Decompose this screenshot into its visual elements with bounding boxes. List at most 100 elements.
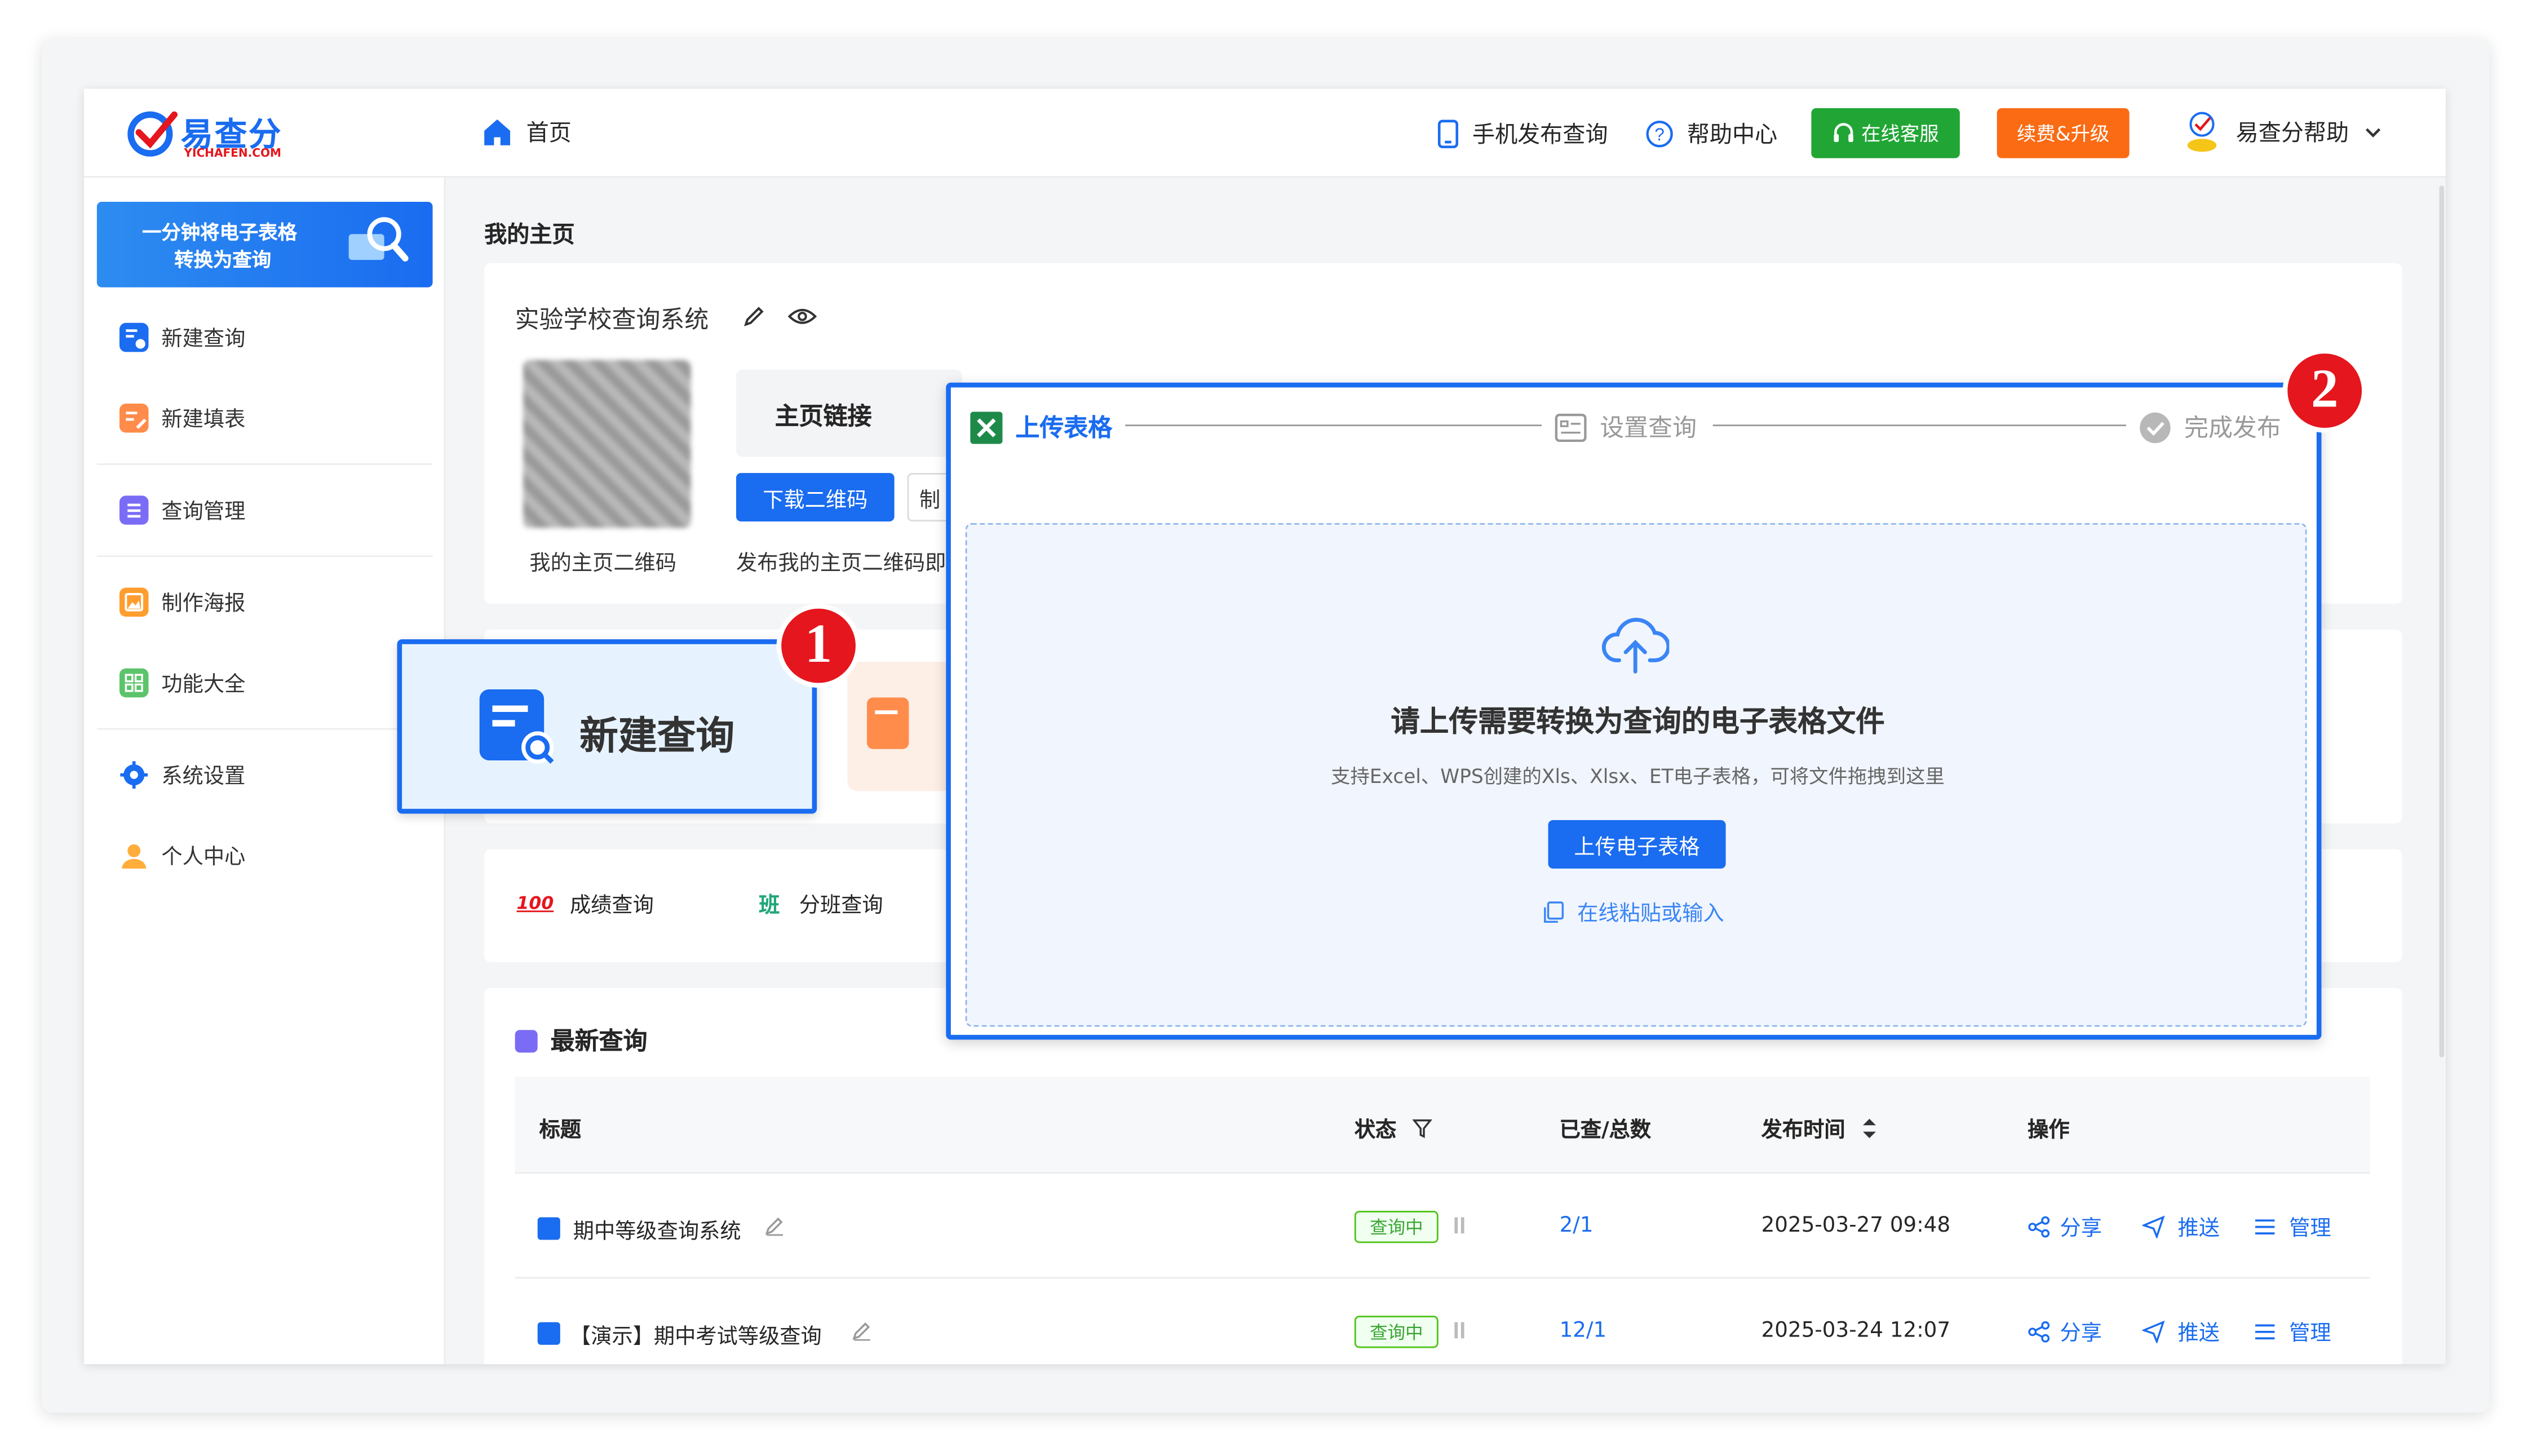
score-icon: 100 — [516, 892, 554, 914]
shortcut-label: 分班查询 — [799, 894, 883, 919]
new-query-callout[interactable]: 新建查询 — [397, 639, 817, 814]
sidebar-item-label: 个人中心 — [161, 846, 246, 870]
homepage-link-label: 主页链接 — [774, 402, 872, 431]
system-name: 实验学校查询系统 — [515, 305, 709, 334]
row-time: 2025-03-27 09:48 — [1761, 1214, 1951, 1238]
col-actions: 操作 — [2028, 1118, 2070, 1143]
col-status[interactable]: 状态 — [1354, 1112, 1432, 1143]
step-label: 设置查询 — [1600, 413, 1697, 442]
upload-panel: 上传表格 设置查询 完成发布 请上传需要转换为查询的电子表格文件 支持Excel… — [946, 382, 2322, 1040]
sidebar-divider — [96, 728, 433, 730]
publish-text: 发布我的主页二维码即 — [736, 552, 946, 577]
row-time: 2025-03-24 12:07 — [1761, 1318, 1951, 1343]
step-marker-2: 2 — [2282, 348, 2367, 433]
push-action[interactable]: 推送 — [2142, 1211, 2220, 1242]
sidebar-item-settings[interactable]: 系统设置 — [119, 759, 245, 789]
share-action[interactable]: 分享 — [2028, 1316, 2102, 1347]
push-label: 推送 — [2177, 1322, 2220, 1347]
edit-icon[interactable] — [851, 1321, 871, 1342]
paste-label: 在线粘贴或输入 — [1577, 902, 1724, 927]
shortcut-label: 成绩查询 — [569, 894, 654, 919]
table-header: 标题 状态 已查/总数 发布时间 操作 — [515, 1077, 2370, 1174]
latest-queries-card: 最新查询 标题 状态 已查/总数 发布时间 操作 期中等级查询系统 查询中 2/… — [484, 988, 2402, 1365]
sidebar-banner[interactable]: 一分钟将电子表格 转换为查询 — [96, 202, 433, 287]
upload-hint: 支持Excel、WPS创建的Xls、Xlsx、ET电子表格，可将文件拖拽到这里 — [1331, 765, 1945, 788]
sidebar-item-personal[interactable]: 个人中心 — [119, 839, 245, 870]
banner-line-2: 转换为查询 — [174, 249, 272, 272]
col-title: 标题 — [539, 1118, 582, 1143]
sidebar-item-label: 系统设置 — [161, 765, 246, 790]
nav-mobile-publish[interactable]: 手机发布查询 — [1437, 118, 1608, 150]
online-service-label: 在线客服 — [1861, 122, 1939, 145]
col-count: 已查/总数 — [1559, 1118, 1652, 1143]
user-name: 易查分帮助 — [2236, 121, 2349, 147]
share-icon — [2028, 1215, 2050, 1237]
latest-title: 最新查询 — [550, 1026, 648, 1056]
pause-icon[interactable] — [1454, 1217, 1464, 1234]
page-title: 我的主页 — [484, 223, 575, 249]
row-count[interactable]: 2/1 — [1560, 1214, 1593, 1238]
nav-help-center-label: 帮助中心 — [1686, 122, 1778, 149]
upload-spreadsheet-button[interactable]: 上传电子表格 — [1548, 820, 1726, 869]
user-menu[interactable]: 易查分帮助 — [2183, 110, 2383, 155]
nav-help-center[interactable]: ? 帮助中心 — [1645, 118, 1777, 150]
latest-title-row: 最新查询 — [515, 1024, 648, 1057]
shortcut-score-query[interactable]: 100 成绩查询 — [516, 888, 654, 919]
row-count[interactable]: 12/1 — [1560, 1319, 1607, 1343]
share-action[interactable]: 分享 — [2028, 1211, 2102, 1241]
filter-icon — [1413, 1118, 1432, 1138]
magnifier-illustration-icon — [348, 217, 409, 262]
download-qr-button[interactable]: 下载二维码 — [736, 473, 895, 522]
scrollbar[interactable] — [2439, 185, 2445, 1057]
user-icon — [119, 840, 149, 870]
nav-home-label: 首页 — [526, 121, 572, 147]
manage-action[interactable]: 管理 — [2254, 1316, 2331, 1347]
edit-icon[interactable] — [764, 1216, 785, 1237]
partial-button-label: 制 — [919, 488, 941, 513]
new-form-tile[interactable] — [847, 662, 954, 791]
logo[interactable]: 易查分 YICHAFEN.COM — [126, 108, 303, 163]
step-connector — [1125, 424, 1542, 427]
pause-icon[interactable] — [1454, 1322, 1464, 1339]
manage-action[interactable]: 管理 — [2254, 1211, 2331, 1241]
row-title[interactable]: 期中等级查询系统 — [573, 1214, 741, 1245]
online-service-button[interactable]: 在线客服 — [1811, 108, 1960, 158]
download-qr-label: 下载二维码 — [763, 488, 868, 513]
renew-upgrade-label: 续费&升级 — [2017, 122, 2110, 145]
svg-text:?: ? — [1654, 124, 1665, 144]
new-form-tile-icon — [866, 697, 909, 749]
sidebar-item-query-manage[interactable]: 查询管理 — [119, 494, 245, 525]
eye-icon[interactable] — [787, 305, 817, 328]
table-row: 【演示】期中考试等级查询 查询中 12/1 2025-03-24 12:07 分… — [515, 1280, 2370, 1364]
row-title[interactable]: 【演示】期中考试等级查询 — [570, 1319, 822, 1349]
step-label: 完成发布 — [2184, 413, 2281, 442]
shortcut-class-query[interactable]: 班 分班查询 — [759, 888, 883, 919]
cloud-upload-icon — [1601, 618, 1670, 674]
push-action[interactable]: 推送 — [2142, 1316, 2220, 1347]
sidebar-item-poster[interactable]: 制作海报 — [119, 586, 245, 617]
upload-dropzone[interactable]: 请上传需要转换为查询的电子表格文件 支持Excel、WPS创建的Xls、Xlsx… — [965, 523, 2307, 1027]
headset-icon — [1834, 122, 1853, 141]
renew-upgrade-button[interactable]: 续费&升级 — [1997, 108, 2130, 158]
sidebar-item-label: 功能大全 — [161, 673, 246, 698]
step-marker-1: 1 — [776, 604, 861, 688]
sidebar-item-new-form[interactable]: 新建填表 — [119, 402, 245, 433]
sidebar-item-new-query[interactable]: 新建查询 — [119, 321, 245, 352]
query-manage-icon — [119, 494, 149, 524]
paste-input-link[interactable]: 在线粘贴或输入 — [1543, 896, 1724, 927]
sidebar-item-features[interactable]: 功能大全 — [119, 667, 245, 697]
sidebar-divider — [96, 463, 433, 465]
sidebar-item-label: 新建查询 — [161, 328, 246, 352]
new-query-icon — [119, 322, 149, 351]
manage-label: 管理 — [2289, 1322, 2331, 1347]
excel-icon — [970, 410, 1003, 444]
share-label: 分享 — [2060, 1322, 2102, 1347]
nav-home[interactable]: 首页 — [481, 116, 572, 148]
logo-subtext: YICHAFEN.COM — [184, 147, 282, 160]
menu-lines-icon — [2255, 1324, 2275, 1339]
edit-icon[interactable] — [742, 305, 765, 328]
col-time[interactable]: 发布时间 — [1761, 1112, 1878, 1143]
sidebar-divider — [96, 555, 433, 557]
home-icon — [484, 119, 511, 145]
push-label: 推送 — [2177, 1217, 2220, 1242]
